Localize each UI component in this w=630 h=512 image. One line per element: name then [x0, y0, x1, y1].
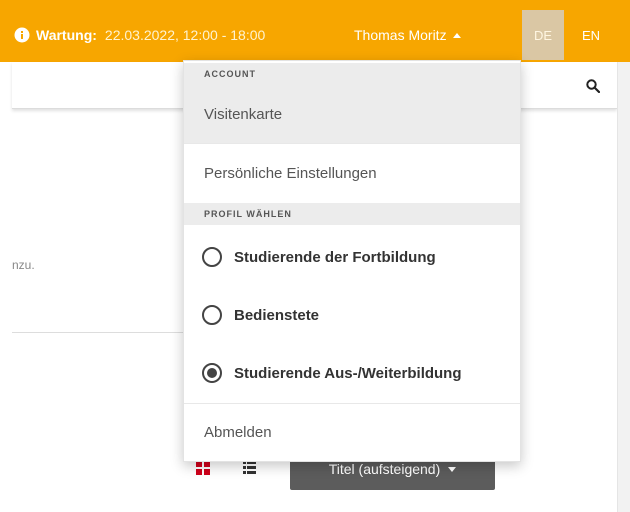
- profile-option-bedienstete[interactable]: Bedienstete: [184, 293, 520, 337]
- language-en-button[interactable]: EN: [570, 10, 612, 60]
- account-section-header: ACCOUNT: [184, 63, 520, 85]
- radio-button-icon[interactable]: [202, 247, 222, 267]
- profile-label: Studierende der Fortbildung: [234, 248, 436, 266]
- menu-item-settings[interactable]: Persönliche Einstellungen: [184, 144, 520, 202]
- info-icon: [14, 27, 30, 43]
- menu-item-visitenkarte[interactable]: Visitenkarte: [184, 85, 520, 143]
- language-de-button[interactable]: DE: [522, 10, 564, 60]
- list-view-icon[interactable]: [243, 461, 256, 474]
- background-text: nzu.: [12, 258, 35, 272]
- menu-item-logout[interactable]: Abmelden: [184, 404, 520, 460]
- caret-up-icon: [452, 32, 461, 38]
- top-bar: Wartung: 22.03.2022, 12:00 - 18:00 Thoma…: [0, 0, 630, 62]
- radio-button-checked-icon[interactable]: [202, 363, 222, 383]
- profile-label: Bedienstete: [234, 306, 320, 324]
- page-scroll-edge: [617, 62, 630, 512]
- divider: [12, 332, 190, 333]
- profile-option-fortbildung[interactable]: Studierende der Fortbildung: [184, 235, 520, 279]
- radio-button-icon[interactable]: [202, 305, 222, 325]
- maintenance-label: Wartung:: [36, 27, 97, 43]
- chevron-down-icon: [448, 466, 457, 472]
- user-menu-toggle[interactable]: Thomas Moritz: [354, 25, 461, 45]
- profile-option-ausbildung[interactable]: Studierende Aus-/Weiterbildung: [184, 351, 520, 395]
- profile-section-header: PROFIL WÄHLEN: [184, 203, 520, 225]
- grid-view-icon[interactable]: [196, 461, 210, 475]
- search-icon[interactable]: [586, 79, 600, 93]
- sort-label: Titel (aufsteigend): [328, 461, 441, 477]
- maintenance-time: 22.03.2022, 12:00 - 18:00: [104, 27, 266, 43]
- maintenance-notice: Wartung: 22.03.2022, 12:00 - 18:00: [14, 25, 265, 45]
- user-name: Thomas Moritz: [354, 27, 447, 43]
- user-dropdown-menu: ACCOUNT Visitenkarte Persönliche Einstel…: [183, 60, 521, 462]
- profile-label: Studierende Aus-/Weiterbildung: [234, 364, 462, 382]
